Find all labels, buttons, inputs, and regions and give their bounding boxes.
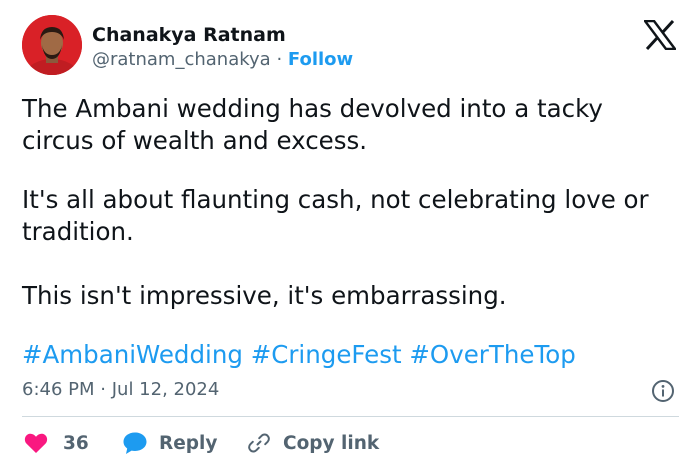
hashtag-row: #AmbaniWedding #CringeFest #OverTheTop <box>22 339 576 371</box>
separator-dot: · <box>100 379 106 400</box>
author-handle[interactable]: @ratnam_chanakya <box>92 49 271 70</box>
reply-label: Reply <box>159 432 218 454</box>
like-button[interactable]: 36 <box>24 429 89 457</box>
author-meta: @ratnam_chanakya · Follow <box>92 48 353 72</box>
speech-bubble-icon <box>123 432 147 454</box>
link-icon <box>248 433 270 453</box>
divider <box>22 416 679 417</box>
separator-dot: · <box>276 49 283 70</box>
hashtag-link[interactable]: #OverTheTop <box>409 340 575 369</box>
hashtag-link[interactable]: #AmbaniWedding <box>22 340 243 369</box>
like-count: 36 <box>63 432 89 454</box>
tweet-card: Chanakya Ratnam @ratnam_chanakya · Follo… <box>0 0 700 470</box>
author-name[interactable]: Chanakya Ratnam <box>92 23 286 47</box>
hashtag-link[interactable]: #CringeFest <box>251 340 402 369</box>
heart-icon <box>24 433 48 453</box>
tweet-timestamp[interactable]: 6:46 PM · Jul 12, 2024 <box>22 378 219 402</box>
reply-button[interactable]: Reply <box>122 429 217 457</box>
tweet-date: Jul 12, 2024 <box>111 379 220 400</box>
avatar[interactable] <box>22 15 82 75</box>
copy-link-button[interactable]: Copy link <box>247 429 379 457</box>
info-icon[interactable] <box>651 379 675 403</box>
tweet-paragraph: The Ambani wedding has devolved into a t… <box>22 94 603 155</box>
avatar-image <box>22 15 82 75</box>
copy-link-label: Copy link <box>283 432 380 454</box>
follow-button[interactable]: Follow <box>288 49 353 70</box>
tweet-paragraph: This isn't impressive, it's embarrassing… <box>22 281 507 310</box>
x-logo-icon[interactable] <box>644 20 676 50</box>
tweet-time: 6:46 PM <box>22 379 95 400</box>
tweet-paragraph: It's all about flaunting cash, not celeb… <box>22 185 649 246</box>
